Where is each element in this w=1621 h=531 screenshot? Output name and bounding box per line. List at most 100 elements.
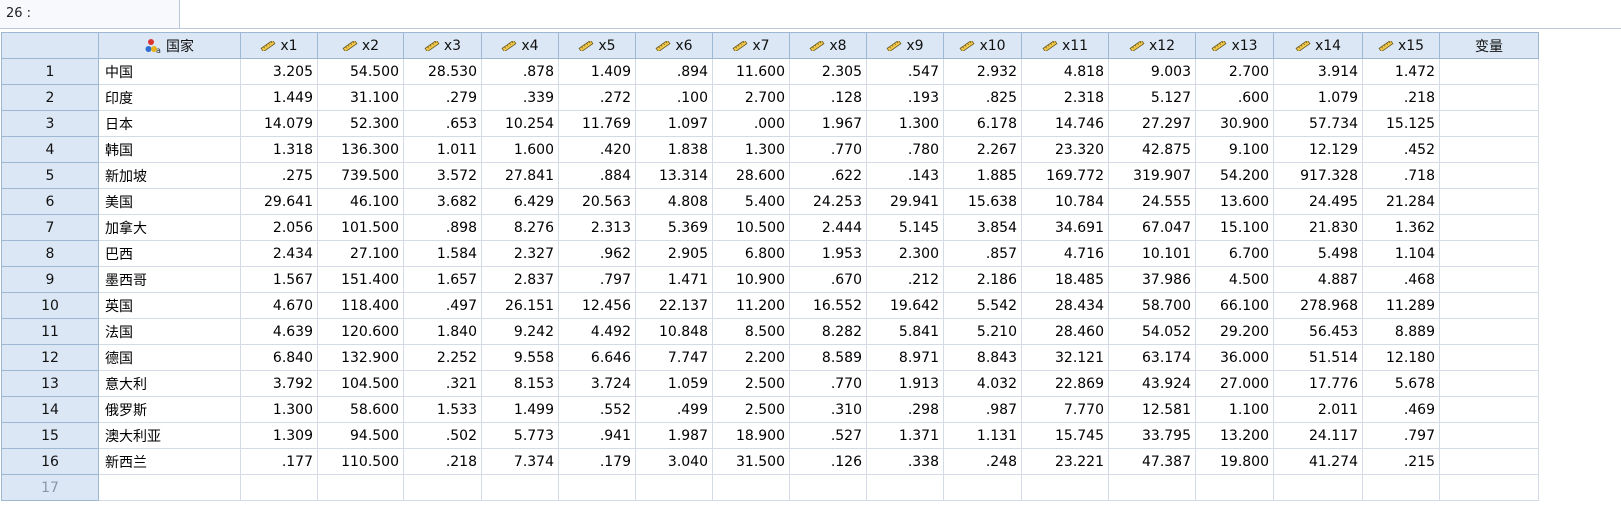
cell-country[interactable]: 韩国 xyxy=(98,136,241,163)
cell-x2[interactable]: 120.600 xyxy=(317,318,404,345)
cell-x11[interactable]: 32.121 xyxy=(1021,344,1109,371)
column-header-x11[interactable]: x11 xyxy=(1021,32,1109,59)
cell-x2[interactable]: 132.900 xyxy=(317,344,404,371)
cell-x9[interactable]: 2.300 xyxy=(866,240,944,267)
cell-empty[interactable] xyxy=(1439,136,1539,163)
cell-x2[interactable]: 136.300 xyxy=(317,136,404,163)
cell-x6[interactable]: 2.905 xyxy=(635,240,713,267)
cell-x2[interactable]: 31.100 xyxy=(317,84,404,111)
cell-x15[interactable]: 8.889 xyxy=(1362,318,1440,345)
cell-x6[interactable]: 1.059 xyxy=(635,370,713,397)
cell-empty[interactable] xyxy=(866,474,944,501)
cell-x14[interactable]: 17.776 xyxy=(1273,370,1363,397)
cell-x8[interactable]: 8.589 xyxy=(789,344,867,371)
cell-x6[interactable]: 10.848 xyxy=(635,318,713,345)
cell-x10[interactable]: 8.843 xyxy=(943,344,1022,371)
cell-x11[interactable]: 34.691 xyxy=(1021,214,1109,241)
cell-empty[interactable] xyxy=(1439,110,1539,137)
cell-x4[interactable]: 10.254 xyxy=(481,110,559,137)
cell-x11[interactable]: 4.716 xyxy=(1021,240,1109,267)
cell-x14[interactable]: 41.274 xyxy=(1273,448,1363,475)
cell-x2[interactable]: 151.400 xyxy=(317,266,404,293)
cell-x7[interactable]: 11.600 xyxy=(712,58,790,85)
cell-x1[interactable]: .275 xyxy=(240,162,318,189)
cell-reference[interactable]: 26 : xyxy=(0,0,180,28)
cell-empty[interactable] xyxy=(1021,474,1109,501)
cell-x6[interactable]: 13.314 xyxy=(635,162,713,189)
cell-x5[interactable]: 4.492 xyxy=(558,318,636,345)
cell-x1[interactable]: 3.792 xyxy=(240,370,318,397)
cell-x6[interactable]: 1.987 xyxy=(635,422,713,449)
row-header[interactable]: 11 xyxy=(1,318,99,345)
cell-x12[interactable]: 33.795 xyxy=(1108,422,1196,449)
cell-x14[interactable]: 278.968 xyxy=(1273,292,1363,319)
cell-x13[interactable]: 2.700 xyxy=(1195,58,1274,85)
cell-x15[interactable]: 11.289 xyxy=(1362,292,1440,319)
cell-x7[interactable]: 31.500 xyxy=(712,448,790,475)
row-header[interactable]: 12 xyxy=(1,344,99,371)
cell-x1[interactable]: 29.641 xyxy=(240,188,318,215)
cell-x10[interactable]: 5.210 xyxy=(943,318,1022,345)
cell-x9[interactable]: 29.941 xyxy=(866,188,944,215)
cell-country[interactable]: 日本 xyxy=(98,110,241,137)
cell-x7[interactable]: 10.500 xyxy=(712,214,790,241)
row-header[interactable]: 8 xyxy=(1,240,99,267)
cell-x10[interactable]: .857 xyxy=(943,240,1022,267)
cell-x1[interactable]: .177 xyxy=(240,448,318,475)
cell-x10[interactable]: 2.932 xyxy=(943,58,1022,85)
cell-x3[interactable]: 2.252 xyxy=(403,344,482,371)
cell-x11[interactable]: 28.460 xyxy=(1021,318,1109,345)
column-header-country[interactable]: a 国家 xyxy=(98,32,241,59)
cell-x15[interactable]: 15.125 xyxy=(1362,110,1440,137)
cell-x12[interactable]: 42.875 xyxy=(1108,136,1196,163)
cell-empty[interactable] xyxy=(789,474,867,501)
cell-x9[interactable]: 5.841 xyxy=(866,318,944,345)
cell-empty[interactable] xyxy=(1439,292,1539,319)
cell-empty[interactable] xyxy=(1439,422,1539,449)
row-header[interactable]: 13 xyxy=(1,370,99,397)
cell-x12[interactable]: 319.907 xyxy=(1108,162,1196,189)
cell-x10[interactable]: 5.542 xyxy=(943,292,1022,319)
cell-country[interactable]: 美国 xyxy=(98,188,241,215)
column-header-x10[interactable]: x10 xyxy=(943,32,1022,59)
cell-x14[interactable]: 1.079 xyxy=(1273,84,1363,111)
cell-empty[interactable] xyxy=(403,474,482,501)
cell-x9[interactable]: 1.371 xyxy=(866,422,944,449)
column-header-var[interactable]: 变量 xyxy=(1439,32,1539,59)
cell-x1[interactable]: 4.639 xyxy=(240,318,318,345)
cell-x8[interactable]: .126 xyxy=(789,448,867,475)
cell-x11[interactable]: 23.221 xyxy=(1021,448,1109,475)
cell-empty[interactable] xyxy=(1439,84,1539,111)
cell-x5[interactable]: .941 xyxy=(558,422,636,449)
cell-x13[interactable]: 4.500 xyxy=(1195,266,1274,293)
cell-x7[interactable]: 2.200 xyxy=(712,344,790,371)
cell-x5[interactable]: .179 xyxy=(558,448,636,475)
column-header-x4[interactable]: x4 xyxy=(481,32,559,59)
cell-x4[interactable]: 5.773 xyxy=(481,422,559,449)
cell-x15[interactable]: 12.180 xyxy=(1362,344,1440,371)
cell-x14[interactable]: 4.887 xyxy=(1273,266,1363,293)
column-header-x12[interactable]: x12 xyxy=(1108,32,1196,59)
cell-x4[interactable]: 1.600 xyxy=(481,136,559,163)
cell-x13[interactable]: 27.000 xyxy=(1195,370,1274,397)
row-header[interactable]: 4 xyxy=(1,136,99,163)
cell-x15[interactable]: .468 xyxy=(1362,266,1440,293)
cell-empty[interactable] xyxy=(1439,188,1539,215)
cell-x3[interactable]: .653 xyxy=(403,110,482,137)
cell-x11[interactable]: 2.318 xyxy=(1021,84,1109,111)
cell-x14[interactable]: 2.011 xyxy=(1273,396,1363,423)
cell-x14[interactable]: 5.498 xyxy=(1273,240,1363,267)
cell-x3[interactable]: .321 xyxy=(403,370,482,397)
grid-corner[interactable] xyxy=(1,32,99,59)
cell-x5[interactable]: 2.313 xyxy=(558,214,636,241)
cell-x5[interactable]: 12.456 xyxy=(558,292,636,319)
cell-country[interactable]: 巴西 xyxy=(98,240,241,267)
cell-x12[interactable]: 27.297 xyxy=(1108,110,1196,137)
cell-x7[interactable]: 2.500 xyxy=(712,370,790,397)
cell-x15[interactable]: .218 xyxy=(1362,84,1440,111)
cell-x7[interactable]: 11.200 xyxy=(712,292,790,319)
cell-empty[interactable] xyxy=(635,474,713,501)
cell-x1[interactable]: 1.318 xyxy=(240,136,318,163)
cell-x3[interactable]: .279 xyxy=(403,84,482,111)
cell-x6[interactable]: 7.747 xyxy=(635,344,713,371)
